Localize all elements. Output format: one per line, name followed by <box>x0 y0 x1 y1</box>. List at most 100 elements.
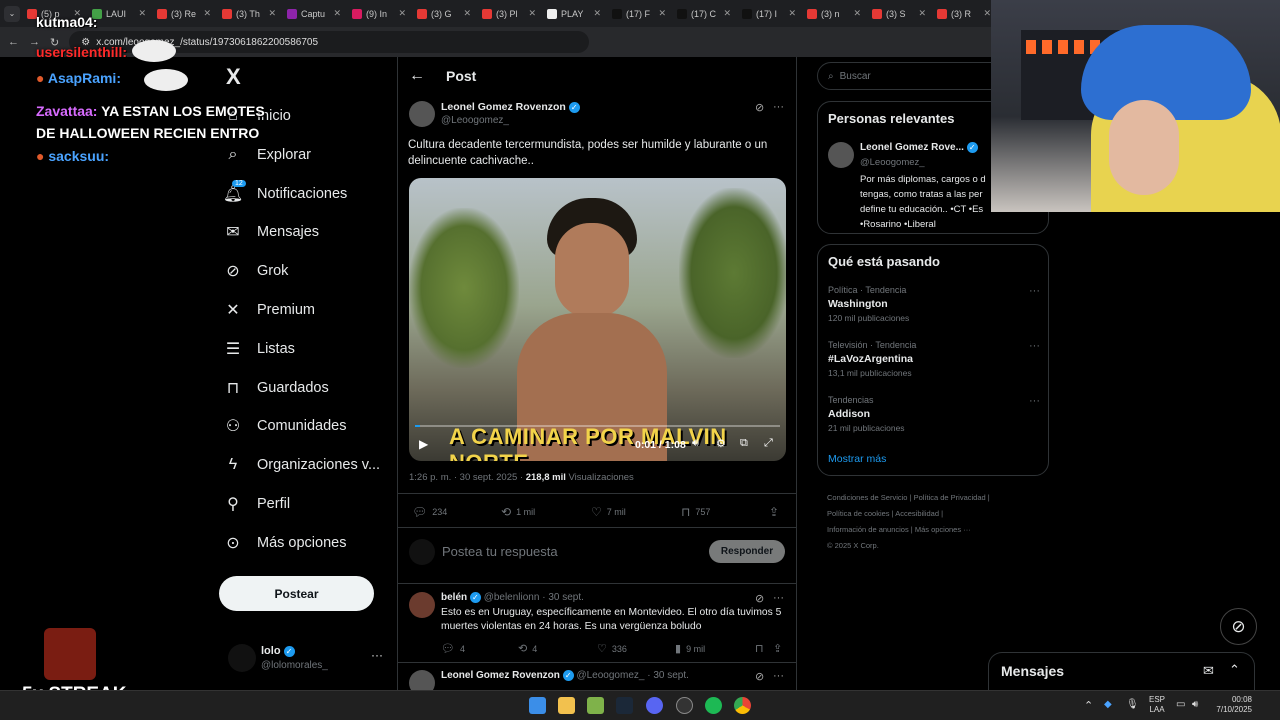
browser-tab[interactable]: (3) Re ✕ <box>152 3 216 25</box>
grok-icon[interactable]: ⊘ <box>755 670 764 683</box>
discord-icon[interactable] <box>646 697 663 714</box>
tab-close-icon[interactable]: ✕ <box>918 8 926 19</box>
tab-close-icon[interactable]: ✕ <box>593 8 601 19</box>
pip-icon[interactable]: ⧉ <box>740 437 748 450</box>
browser-tab[interactable]: (17) I ✕ <box>737 3 801 25</box>
reply-action[interactable]: 💬︎ 234 <box>412 505 447 519</box>
more-icon[interactable]: ··· <box>773 670 784 682</box>
footer-line[interactable]: Información de anuncios | Más opciones ·… <box>827 522 1047 538</box>
repost-action[interactable]: ⟲ 4 <box>518 642 537 655</box>
network-icon[interactable]: ▭ <box>1176 699 1185 710</box>
tab-search-button[interactable]: ⌄ <box>4 5 20 22</box>
relevant-name[interactable]: Leonel Gomez Rove... <box>860 142 964 153</box>
tab-close-icon[interactable]: ✕ <box>788 8 796 19</box>
account-switcher[interactable]: lolo ✓ @lolomorales_ ··· <box>228 640 388 676</box>
new-message-icon[interactable]: ✉ <box>1203 663 1214 679</box>
tray-chevron-icon[interactable]: ⌃ <box>1084 699 1093 712</box>
browser-tab[interactable]: (3) S ✕ <box>867 3 931 25</box>
more-icon[interactable]: ··· <box>773 101 784 113</box>
more-icon[interactable]: ··· <box>773 592 784 604</box>
browser-tab[interactable]: (3) Pl ✕ <box>477 3 541 25</box>
sidebar-item-listas[interactable]: ☰ Listas <box>223 336 295 362</box>
volume-icon[interactable]: 🔊︎ <box>1192 699 1198 710</box>
like-action[interactable]: ♡ 336 <box>597 642 627 655</box>
trend-item[interactable]: Política · Tendencia Washington 120 mil … <box>828 285 1040 323</box>
views-action[interactable]: ▮ 9 mil <box>675 642 705 655</box>
tab-close-icon[interactable]: ✕ <box>528 8 536 19</box>
trend-more-icon[interactable]: ··· <box>1029 340 1040 352</box>
reply-author[interactable]: Leonel Gomez Rovenzon <box>441 670 560 681</box>
expand-icon[interactable]: ⌃ <box>1229 662 1240 678</box>
reply-action[interactable]: 💬︎ 4 <box>441 642 465 655</box>
account-more-icon[interactable]: ··· <box>371 648 383 662</box>
sidebar-item-mensajes[interactable]: ✉ Mensajes <box>223 219 319 245</box>
obs-icon[interactable] <box>676 697 693 714</box>
sidebar-item-mas[interactable]: ⊙ Más opciones <box>223 530 346 556</box>
reply-handle[interactable]: @belenlionn <box>484 592 540 603</box>
sidebar-item-organizaciones[interactable]: ϟ Organizaciones v... <box>223 452 380 478</box>
sidebar-item-guardados[interactable]: ⊓ Guardados <box>223 375 329 401</box>
chrome-icon[interactable] <box>734 697 751 714</box>
relevant-handle[interactable]: @Leoogomez_ <box>860 157 925 168</box>
browser-tab[interactable]: (3) n ✕ <box>802 3 866 25</box>
clock[interactable]: 00:08 7/10/2025 <box>1210 695 1252 715</box>
browser-tab[interactable]: (3) Th ✕ <box>217 3 281 25</box>
grok-fab-icon[interactable]: ⊘ <box>1220 608 1257 645</box>
spotify-icon[interactable] <box>705 697 722 714</box>
tab-close-icon[interactable]: ✕ <box>138 8 146 19</box>
reply-handle[interactable]: @Leoogomez_ <box>576 670 644 681</box>
tweet-author[interactable]: Leonel Gomez Rovenzon <box>441 101 566 113</box>
steam-icon[interactable] <box>616 697 633 714</box>
browser-tab[interactable]: (17) F ✕ <box>607 3 671 25</box>
windows-start-icon[interactable] <box>529 697 546 714</box>
author-avatar[interactable] <box>409 101 435 127</box>
bookmark-action[interactable]: ⊓ 757 <box>681 505 710 519</box>
settings-icon[interactable]: ⚙ <box>716 437 726 450</box>
trend-item[interactable]: Televisión · Tendencia #LaVozArgentina 1… <box>828 340 1040 378</box>
footer-line[interactable]: Política de cookies | Accesibilidad | <box>827 506 1047 522</box>
reply-author[interactable]: belén <box>441 592 467 603</box>
back-arrow-icon[interactable]: ← <box>409 67 425 85</box>
tweet-timestamp[interactable]: 1:26 p. m. · 30 sept. 2025 · <box>409 472 523 483</box>
browser-tab[interactable]: PLAY ✕ <box>542 3 606 25</box>
tab-close-icon[interactable]: ✕ <box>268 8 276 19</box>
back-arrow-icon[interactable]: ← <box>8 36 19 48</box>
sidebar-item-premium[interactable]: ✕ Premium <box>223 297 315 323</box>
reply-avatar[interactable] <box>409 592 435 618</box>
sidebar-item-notificaciones[interactable]: 🔔︎ 12 Notificaciones <box>223 179 347 207</box>
sidebar-item-comunidades[interactable]: ⚇ Comunidades <box>223 413 347 439</box>
tab-close-icon[interactable]: ✕ <box>203 8 211 19</box>
fullscreen-icon[interactable]: ⤢ <box>764 437 773 450</box>
grok-icon[interactable]: ⊘ <box>755 101 764 114</box>
trend-item[interactable]: Tendencias Addison 21 mil publicaciones … <box>828 395 1040 433</box>
volume-icon[interactable]: 🔊︎ <box>692 437 699 450</box>
post-button[interactable]: Postear <box>219 576 374 611</box>
sidebar-item-explorar[interactable]: ⌕ Explorar <box>223 142 311 168</box>
x-logo[interactable]: X <box>226 64 241 90</box>
tweet-handle[interactable]: @Leoogomez_ <box>441 115 509 126</box>
tray-app-icon[interactable]: ◆ <box>1104 699 1112 710</box>
show-more-link[interactable]: Mostrar más <box>828 453 886 465</box>
bookmark-icon[interactable]: ⊓ <box>755 642 764 655</box>
footer-line[interactable]: Condiciones de Servicio | Política de Pr… <box>827 490 1047 506</box>
language-indicator[interactable]: ESP LAA <box>1149 695 1165 715</box>
repost-action[interactable]: ⟲ 1 mil <box>501 505 535 519</box>
tab-close-icon[interactable]: ✕ <box>463 8 471 19</box>
trend-more-icon[interactable]: ··· <box>1029 285 1040 297</box>
browser-tab[interactable]: Captu ✕ <box>282 3 346 25</box>
share-icon[interactable]: ⇪ <box>773 642 782 655</box>
relevant-avatar[interactable] <box>828 142 854 168</box>
grok-icon[interactable]: ⊘ <box>755 592 764 605</box>
play-icon[interactable]: ▶ <box>419 437 428 451</box>
reply-button[interactable]: Responder <box>709 540 785 563</box>
like-action[interactable]: ♡ 7 mil <box>591 505 626 519</box>
tab-close-icon[interactable]: ✕ <box>658 8 666 19</box>
browser-tab[interactable]: (17) C ✕ <box>672 3 736 25</box>
tab-close-icon[interactable]: ✕ <box>723 8 731 19</box>
tab-close-icon[interactable]: ✕ <box>333 8 341 19</box>
tab-close-icon[interactable]: ✕ <box>983 8 991 19</box>
browser-tab[interactable]: (3) R ✕ <box>932 3 996 25</box>
file-explorer-icon[interactable] <box>558 697 575 714</box>
reply-input[interactable]: Postea tu respuesta <box>442 544 558 559</box>
trend-more-icon[interactable]: ··· <box>1029 395 1040 407</box>
